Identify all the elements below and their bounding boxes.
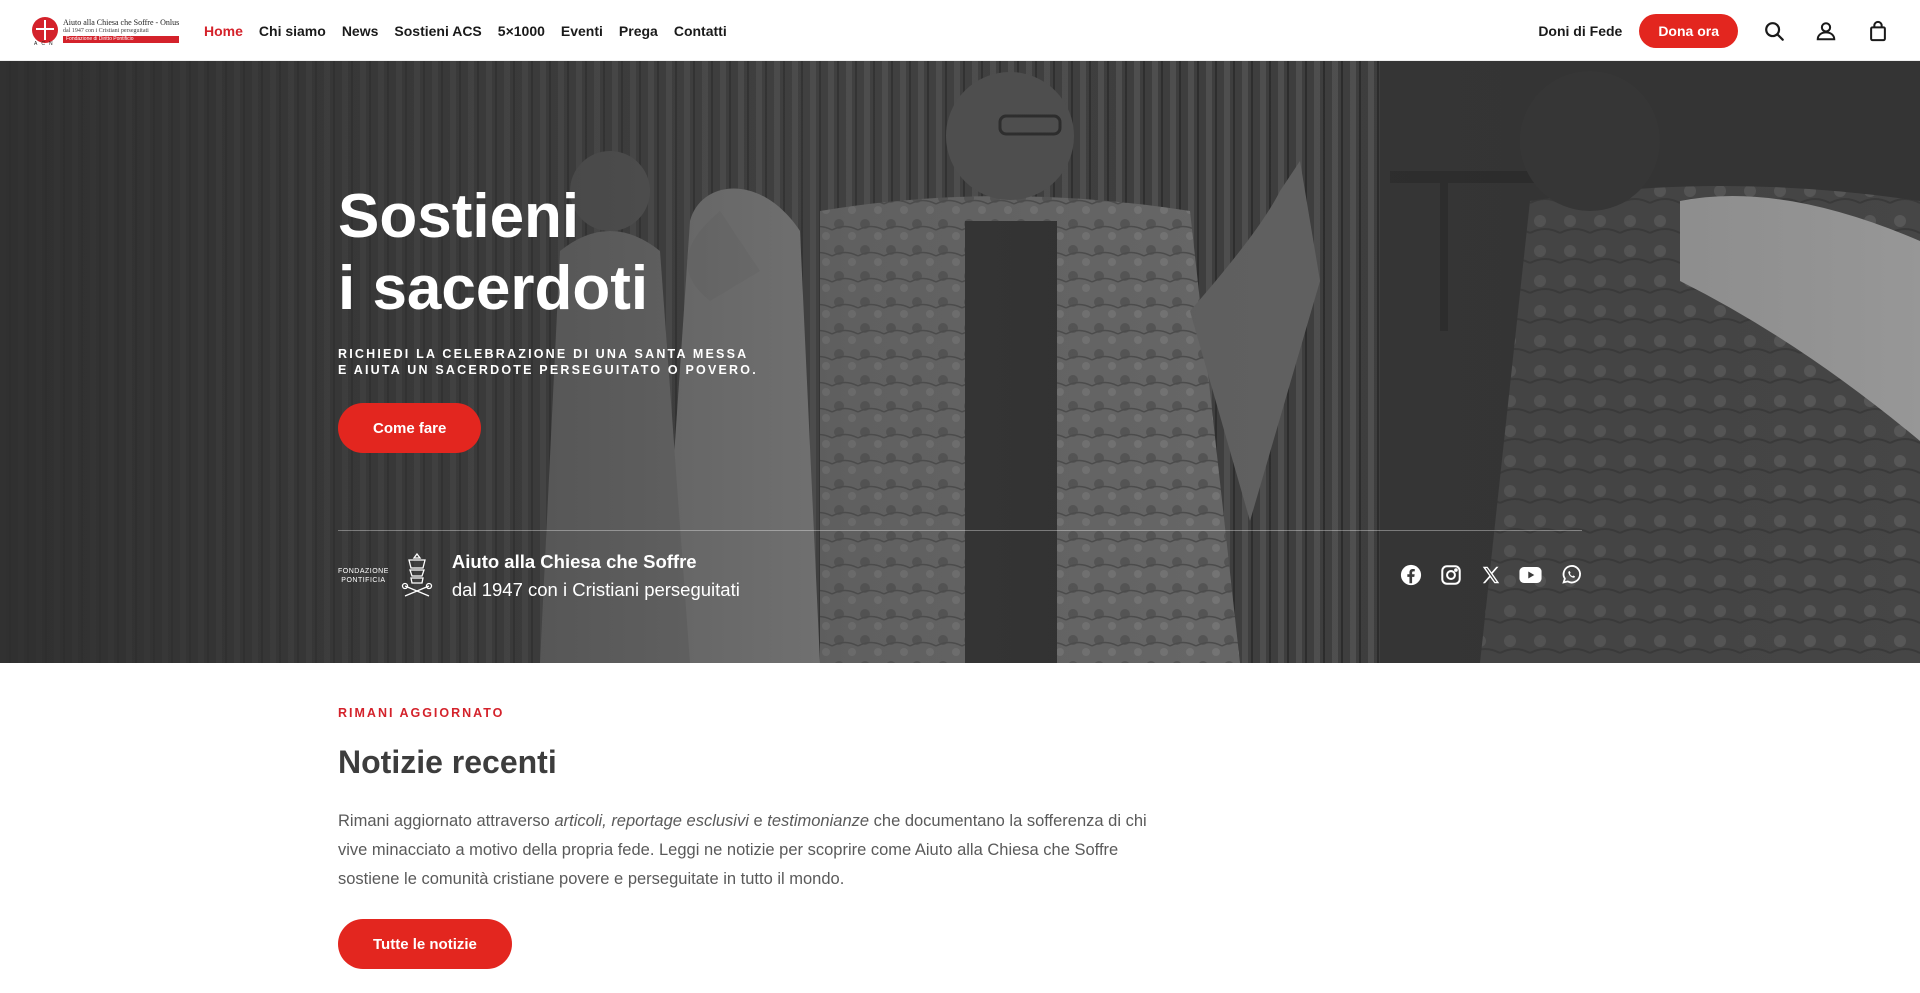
hero-subtitle-line2: E AIUTA UN SACERDOTE PERSEGUITATO O POVE… [338, 363, 758, 377]
facebook-icon[interactable] [1399, 563, 1422, 586]
news-body-part2: , [602, 812, 612, 830]
logo-bar: Fondazione di Diritto Pontificio [63, 35, 180, 43]
nav-item-chi-siamo[interactable]: Chi siamo [259, 23, 326, 39]
hero-title-line2: i sacerdoti [338, 254, 649, 323]
main-nav: Home Chi siamo News Sostieni ACS 5×1000 … [204, 0, 743, 61]
logo-line1: Aiuto alla Chiesa che Soffre - Onlus [63, 17, 180, 27]
logo-text: Aiuto alla Chiesa che Soffre - Onlus dal… [63, 17, 180, 43]
foundation-text: Aiuto alla Chiesa che Soffre dal 1947 co… [452, 548, 740, 604]
come-fare-button[interactable]: Come fare [338, 403, 482, 453]
hero-banner: Sostieni i sacerdoti RICHIEDI LA CELEBRA… [0, 61, 1920, 663]
nav-item-prega[interactable]: Prega [619, 23, 658, 39]
header-actions: Doni di Fede Dona ora [1538, 0, 1920, 61]
hero-photo [0, 61, 1920, 663]
papal-emblem-icon [401, 552, 433, 597]
news-description: Rimani aggiornato attraverso articoli, r… [338, 807, 1178, 894]
account-icon[interactable] [1814, 19, 1838, 43]
news-body-em2: reportage esclusivi [611, 812, 749, 830]
search-icon[interactable] [1762, 19, 1786, 43]
hero-title-line1: Sostieni [338, 182, 580, 251]
hero-subtitle: RICHIEDI LA CELEBRAZIONE DI UNA SANTA ME… [338, 346, 758, 378]
logo-line2: dal 1947 con i Cristiani perseguitati [63, 27, 149, 34]
news-title: Notizie recenti [338, 744, 557, 780]
news-body-part3: e [748, 812, 768, 830]
nav-item-5x1000[interactable]: 5×1000 [498, 23, 545, 39]
nav-item-contatti[interactable]: Contatti [674, 23, 727, 39]
cart-icon[interactable] [1866, 19, 1890, 43]
x-icon[interactable] [1479, 563, 1502, 586]
site-logo[interactable]: Aiuto alla Chiesa che Soffre - Onlus dal… [32, 13, 180, 47]
hero-subtitle-line1: RICHIEDI LA CELEBRAZIONE DI UNA SANTA ME… [338, 347, 749, 361]
news-body-em1: articoli [554, 812, 603, 830]
all-news-button[interactable]: Tutte le notizie [338, 919, 512, 969]
nav-item-sostieni-acs[interactable]: Sostieni ACS [394, 23, 481, 39]
instagram-icon[interactable] [1439, 563, 1462, 586]
doni-di-fede-link[interactable]: Doni di Fede [1538, 23, 1622, 39]
social-links [1399, 563, 1582, 586]
news-body-part1: Rimani aggiornato attraverso [338, 812, 555, 830]
fund-small-line2: PONTIFICIA [341, 577, 386, 584]
hero-divider [338, 530, 1582, 531]
nav-item-news[interactable]: News [342, 23, 379, 39]
fund-small-line1: FONDAZIONE [338, 568, 389, 575]
nav-item-home[interactable]: Home [204, 23, 243, 39]
acn-cross-logo-icon [32, 17, 58, 43]
foundation-badge: FONDAZIONE PONTIFICIA Aiuto alla Chiesa … [338, 546, 740, 606]
nav-item-eventi[interactable]: Eventi [561, 23, 603, 39]
site-header: Aiuto alla Chiesa che Soffre - Onlus dal… [0, 0, 1920, 61]
whatsapp-icon[interactable] [1559, 563, 1582, 586]
foundation-name: Aiuto alla Chiesa che Soffre [451, 551, 697, 572]
hero-title: Sostieni i sacerdoti [338, 181, 648, 325]
youtube-icon[interactable] [1519, 563, 1542, 586]
logo-acn: ACN [34, 41, 57, 47]
donate-now-button[interactable]: Dona ora [1639, 13, 1738, 48]
news-body-em3: testimonianze [767, 812, 870, 830]
fondazione-pontificia-label: FONDAZIONE PONTIFICIA [338, 567, 389, 585]
news-eyebrow: RIMANI AGGIORNATO [338, 706, 505, 720]
foundation-since: dal 1947 con i Cristiani perseguitati [451, 579, 740, 600]
